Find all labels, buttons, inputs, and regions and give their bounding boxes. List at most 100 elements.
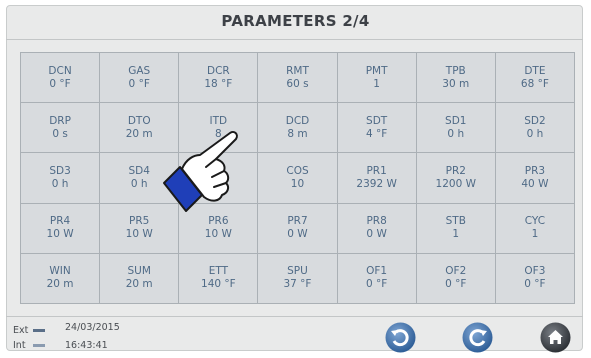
- parameter-cell[interactable]: SPU 37 °F: [258, 253, 338, 304]
- parameter-cell[interactable]: STB 1: [416, 203, 496, 254]
- legend-ext: Ext: [13, 325, 59, 336]
- parameter-cell[interactable]: SD3 0 h: [21, 153, 101, 204]
- redo-arrow-icon: [462, 322, 493, 353]
- parameter-value: 1: [452, 228, 460, 241]
- parameter-value: 0 h: [526, 127, 544, 140]
- parameter-value: 68 °F: [520, 77, 549, 90]
- parameter-value: 1: [531, 228, 539, 241]
- parameter-code: DTE: [524, 64, 546, 77]
- parameter-value: 30 m: [442, 77, 470, 90]
- parameter-code: PR1: [366, 164, 387, 177]
- pointing-hand-icon: [163, 130, 238, 212]
- parameter-cell[interactable]: OF2 0 °F: [416, 253, 496, 304]
- parameter-cell[interactable]: DRP 0 s: [21, 103, 101, 154]
- title-divider: [6, 39, 583, 40]
- parameter-code: PMT: [365, 64, 388, 77]
- parameter-value: 10 W: [46, 228, 74, 241]
- parameter-code: PR6: [208, 215, 229, 228]
- parameter-cell[interactable]: CYC 1: [495, 203, 575, 254]
- parameter-code: DCD: [285, 114, 310, 127]
- footer-divider: [6, 316, 583, 317]
- parameter-cell[interactable]: PR7 0 W: [258, 203, 338, 254]
- parameter-code: CYC: [524, 215, 546, 228]
- parameter-value: 0 °F: [445, 278, 467, 291]
- parameter-cell[interactable]: GAS 0 °F: [100, 53, 180, 104]
- parameter-code: OF2: [445, 265, 467, 278]
- parameter-cell[interactable]: PR4 10 W: [21, 203, 101, 254]
- parameter-code: OF1: [366, 265, 388, 278]
- parameter-code: DRP: [49, 114, 71, 127]
- parameter-value: 20 m: [125, 278, 153, 291]
- legend-int-label: Int: [13, 340, 26, 351]
- parameter-cell[interactable]: SD1 0 h: [416, 103, 496, 154]
- parameter-value: 40 W: [521, 177, 549, 190]
- parameter-value: 0 °F: [365, 278, 388, 291]
- parameter-cell[interactable]: PR8 0 W: [337, 203, 417, 254]
- parameter-cell[interactable]: TPB 30 m: [416, 53, 496, 104]
- parameter-code: RMT: [286, 64, 309, 77]
- parameter-value: 60 s: [286, 77, 309, 90]
- time-readout: 16:43:41: [65, 340, 108, 351]
- parameter-code: PR8: [366, 215, 387, 228]
- parameter-cell[interactable]: DCN 0 °F: [21, 53, 101, 104]
- parameter-code: SPU: [287, 265, 308, 278]
- parameter-grid: DCN 0 °F GAS 0 °F DCR 18 °F RMT 60 s PMT 1 TPB 30 m…: [20, 52, 575, 304]
- legend-int-swatch: [33, 344, 45, 347]
- parameter-cell[interactable]: DTE 68 °F: [495, 53, 575, 104]
- parameter-code: OF3: [524, 265, 546, 278]
- forward-button[interactable]: [462, 322, 493, 353]
- parameter-value: 0 s: [52, 127, 68, 140]
- parameter-code: WIN: [49, 265, 71, 278]
- back-button[interactable]: [385, 322, 416, 353]
- home-icon: [540, 322, 571, 353]
- parameter-value: 0 °F: [128, 77, 150, 90]
- parameter-code: DTO: [127, 114, 151, 127]
- parameter-code: PR4: [49, 215, 71, 228]
- parameter-code: SD3: [49, 164, 71, 177]
- parameter-value: 10 W: [125, 228, 153, 241]
- legend-int: Int: [13, 340, 59, 351]
- parameter-cell[interactable]: OF1 0 °F: [337, 253, 417, 304]
- parameter-value: 20 m: [125, 127, 153, 140]
- parameter-value: 10 W: [204, 228, 232, 241]
- parameter-code: DCR: [206, 64, 230, 77]
- parameter-cell[interactable]: WIN 20 m: [21, 253, 101, 304]
- parameter-value: 0 W: [287, 228, 308, 241]
- parameter-cell[interactable]: SD2 0 h: [495, 103, 575, 154]
- parameter-value: 0 °F: [49, 77, 71, 90]
- parameter-cell[interactable]: PR3 40 W: [495, 153, 575, 204]
- parameter-cell[interactable]: PMT 1: [337, 53, 417, 104]
- parameter-code: SD4: [128, 164, 150, 177]
- undo-arrow-icon: [385, 322, 416, 353]
- date-readout: 24/03/2015: [65, 322, 120, 333]
- parameter-code: SD2: [524, 114, 546, 127]
- parameter-code: PR5: [129, 215, 150, 228]
- parameter-cell[interactable]: RMT 60 s: [258, 53, 338, 104]
- legend-ext-swatch: [33, 329, 45, 332]
- parameter-cell[interactable]: OF3 0 °F: [495, 253, 575, 304]
- parameter-value: 140 °F: [201, 278, 236, 291]
- parameter-value: 8 m: [287, 127, 308, 140]
- home-button[interactable]: [540, 322, 571, 353]
- parameter-code: PR2: [445, 164, 466, 177]
- parameter-cell[interactable]: DCR 18 °F: [179, 53, 259, 104]
- parameter-cell[interactable]: DCD 8 m: [258, 103, 338, 154]
- parameter-cell[interactable]: SUM 20 m: [100, 253, 180, 304]
- legend-ext-label: Ext: [13, 325, 29, 336]
- parameter-code: SUM: [127, 265, 151, 278]
- parameter-code: COS: [286, 164, 309, 177]
- parameter-cell[interactable]: PR2 1200 W: [416, 153, 496, 204]
- parameter-code: PR3: [524, 164, 546, 177]
- parameter-cell[interactable]: SDT 4 °F: [337, 103, 417, 154]
- parameter-code: STB: [445, 215, 466, 228]
- parameter-value: 18 °F: [204, 77, 233, 90]
- parameter-cell[interactable]: ETT 140 °F: [179, 253, 259, 304]
- parameter-cell[interactable]: PR1 2392 W: [337, 153, 417, 204]
- parameter-value: 10: [290, 177, 305, 190]
- parameter-value: 1: [373, 77, 380, 90]
- parameter-value: 0 W: [366, 228, 387, 241]
- parameter-code: ETT: [208, 265, 228, 278]
- parameter-cell[interactable]: COS 10: [258, 153, 338, 204]
- parameter-value: 37 °F: [283, 278, 312, 291]
- parameter-value: 0 h: [130, 177, 148, 190]
